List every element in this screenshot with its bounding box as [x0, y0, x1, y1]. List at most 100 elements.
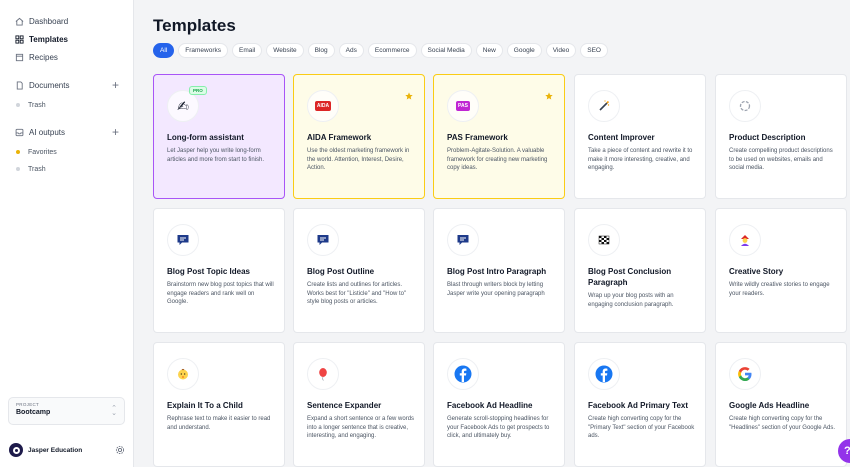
star-icon[interactable]: [545, 87, 553, 100]
card-description: Brainstorm new blog post topics that wil…: [167, 282, 274, 305]
ai-outputs-favorites[interactable]: Favorites: [16, 146, 57, 158]
chat-bubble-icon: [167, 224, 199, 256]
tab-google[interactable]: Google: [506, 43, 542, 58]
trash-dot-icon: [16, 103, 20, 107]
template-card-explain-it-to-a-child[interactable]: Explain It To a Child Rephrase text to m…: [153, 342, 285, 467]
page-title: Templates: [153, 16, 236, 35]
add-ai-output-icon[interactable]: +: [112, 126, 119, 138]
aida-badge-text: AIDA: [314, 101, 332, 111]
template-card-blog-post-conclusion-paragraph[interactable]: Blog Post Conclusion Paragraph Wrap up y…: [574, 208, 706, 333]
chat-bubble-icon: [307, 224, 339, 256]
template-card-content-improver[interactable]: Content Improver Take a piece of content…: [574, 74, 706, 199]
tab-new[interactable]: New: [475, 43, 503, 58]
documents-trash-label: Trash: [28, 101, 46, 109]
card-description: Generate scroll-stopping headlines for y…: [447, 416, 550, 439]
template-card-sentence-expander[interactable]: Sentence Expander Expand a short sentenc…: [293, 342, 425, 467]
add-document-icon[interactable]: +: [112, 79, 119, 91]
sidebar: Dashboard Templates Recipes Documents + …: [0, 0, 134, 467]
tab-email[interactable]: Email: [232, 43, 263, 58]
tab-seo[interactable]: SEO: [580, 43, 608, 58]
card-description: Use the oldest marketing framework in th…: [307, 148, 410, 171]
ai-outputs-trash-label: Trash: [28, 165, 46, 173]
project-selector[interactable]: PROJECT Bootcamp ⌃ ⌄: [8, 397, 125, 425]
ai-outputs-label: AI outputs: [29, 127, 66, 137]
card-title: Explain It To a Child: [167, 401, 243, 410]
card-description: Rephrase text to make it easier to read …: [167, 416, 271, 431]
project-name: Bootcamp: [16, 409, 51, 416]
checkered-flag-icon: [588, 224, 620, 256]
pro-badge: PRO: [189, 86, 207, 95]
card-description: Let Jasper help you write long-form arti…: [167, 148, 265, 163]
documents-section[interactable]: Documents +: [14, 78, 119, 92]
sidebar-item-recipes[interactable]: Recipes: [14, 50, 58, 64]
sidebar-item-label: Dashboard: [29, 16, 69, 26]
chat-bubble-icon: [447, 224, 479, 256]
card-description: Wrap up your blog posts with an engaging…: [588, 293, 674, 308]
card-title: Blog Post Conclusion Paragraph: [588, 267, 672, 287]
facebook-icon: [447, 358, 479, 390]
tab-frameworks[interactable]: Frameworks: [178, 43, 228, 58]
ai-outputs-section[interactable]: AI outputs +: [14, 125, 119, 139]
tab-website[interactable]: Website: [266, 43, 304, 58]
card-description: Create high converting copy for the "Hea…: [729, 416, 835, 431]
template-card-creative-story[interactable]: Creative Story Write wildly creative sto…: [715, 208, 847, 333]
tab-ads[interactable]: Ads: [338, 43, 364, 58]
template-card-aida-framework[interactable]: AIDA AIDA Framework Use the oldest marke…: [293, 74, 425, 199]
facebook-icon: [588, 358, 620, 390]
template-card-blog-post-intro-paragraph[interactable]: Blog Post Intro Paragraph Blast through …: [433, 208, 565, 333]
user-menu[interactable]: Jasper Education: [9, 443, 125, 457]
template-card-product-description[interactable]: Product Description Create compelling pr…: [715, 74, 847, 199]
card-title: Content Improver: [588, 133, 655, 142]
template-card-facebook-ad-primary-text[interactable]: Facebook Ad Primary Text Create high con…: [574, 342, 706, 467]
card-title: Creative Story: [729, 267, 784, 276]
grid-icon: [14, 34, 24, 44]
balloon-icon: [307, 358, 339, 390]
category-tabs: All Frameworks Email Website Blog Ads Ec…: [153, 43, 612, 58]
ribbon-icon: [729, 90, 761, 122]
tab-ecommerce[interactable]: Ecommerce: [367, 43, 417, 58]
aida-badge-icon: AIDA: [307, 90, 339, 122]
card-description: Problem-Agitate-Solution. A valuable fra…: [447, 148, 548, 171]
book-icon: [14, 52, 24, 62]
project-label: PROJECT: [16, 402, 40, 407]
template-card-google-ads-headline[interactable]: Google Ads Headline Create high converti…: [715, 342, 847, 467]
favorites-dot-icon: [16, 150, 20, 154]
magic-wand-icon: [588, 90, 620, 122]
template-card-pas-framework[interactable]: PAS PAS Framework Problem-Agitate-Soluti…: [433, 74, 565, 199]
pas-badge-icon: PAS: [447, 90, 479, 122]
inbox-icon: [14, 127, 24, 137]
card-description: Create compelling product descriptions t…: [729, 148, 833, 171]
card-title: Blog Post Outline: [307, 267, 375, 276]
sidebar-item-label: Recipes: [29, 52, 58, 62]
tab-blog[interactable]: Blog: [307, 43, 335, 58]
sidebar-item-dashboard[interactable]: Dashboard: [14, 14, 68, 28]
card-description: Create lists and outlines for articles. …: [307, 282, 407, 305]
documents-trash[interactable]: Trash: [16, 99, 46, 111]
template-card-blog-post-outline[interactable]: Blog Post Outline Create lists and outli…: [293, 208, 425, 333]
sidebar-item-label: Templates: [29, 34, 68, 44]
pas-badge-text: PAS: [456, 101, 470, 111]
tab-all[interactable]: All: [153, 43, 175, 58]
card-title: Blog Post Topic Ideas: [167, 267, 250, 276]
template-card-facebook-ad-headline[interactable]: Facebook Ad Headline Generate scroll-sto…: [433, 342, 565, 467]
favorites-label: Favorites: [28, 148, 57, 156]
card-title: Facebook Ad Headline: [447, 401, 533, 410]
card-title: Sentence Expander: [307, 401, 382, 410]
gear-icon[interactable]: [115, 445, 125, 455]
ai-outputs-trash[interactable]: Trash: [16, 163, 46, 175]
trash-dot-icon: [16, 167, 20, 171]
star-icon[interactable]: [405, 87, 413, 100]
tab-video[interactable]: Video: [545, 43, 577, 58]
card-title: Product Description: [729, 133, 806, 142]
storyteller-icon: [729, 224, 761, 256]
card-description: Write wildly creative stories to engage …: [729, 282, 830, 297]
template-card-blog-post-topic-ideas[interactable]: Blog Post Topic Ideas Brainstorm new blo…: [153, 208, 285, 333]
card-description: Expand a short sentence or a few words i…: [307, 416, 415, 439]
card-title: Long-form assistant: [167, 133, 244, 142]
template-card-long-form-assistant[interactable]: ✍ PRO Long-form assistant Let Jasper hel…: [153, 74, 285, 199]
google-icon: [729, 358, 761, 390]
document-icon: [14, 80, 24, 90]
sidebar-item-templates[interactable]: Templates: [14, 32, 68, 46]
baby-icon: [167, 358, 199, 390]
tab-social-media[interactable]: Social Media: [420, 43, 472, 58]
